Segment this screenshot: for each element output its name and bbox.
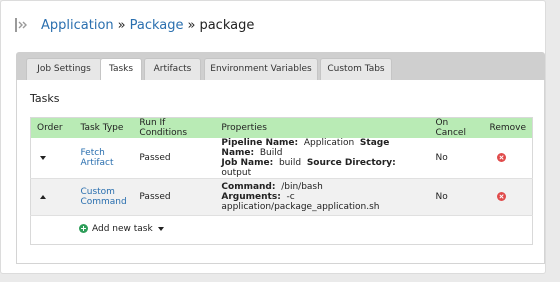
column-header-run-if: Run If Conditions bbox=[133, 117, 216, 138]
tab-artifacts[interactable]: Artifacts bbox=[144, 58, 201, 80]
property-value: application/package_application.sh bbox=[221, 202, 380, 212]
move-down-icon[interactable] bbox=[40, 156, 46, 160]
tasks-table: Order Task Type Run If Conditions Proper… bbox=[30, 117, 533, 245]
property-label: Source Directory: bbox=[306, 158, 396, 168]
column-header-task-type: Task Type bbox=[74, 117, 134, 138]
property-label: Arguments: bbox=[221, 192, 281, 202]
add-new-task-label: Add new task bbox=[92, 223, 153, 234]
move-up-icon[interactable] bbox=[40, 195, 46, 199]
breadcrumb: Application» Package» package bbox=[41, 18, 254, 33]
section-title: Tasks bbox=[30, 92, 60, 105]
property-value: output bbox=[221, 168, 252, 178]
breadcrumb-separator: » bbox=[187, 17, 196, 33]
column-header-remove: Remove bbox=[483, 117, 533, 138]
breadcrumb-pipeline-link[interactable]: Application bbox=[41, 18, 114, 33]
property-value: -c bbox=[286, 192, 295, 202]
table-row: Fetch Artifact Passed Pipeline Name: App… bbox=[30, 138, 533, 179]
remove-task-icon[interactable] bbox=[497, 153, 507, 162]
tab-custom-tabs[interactable]: Custom Tabs bbox=[320, 58, 392, 80]
task-type-line: Artifact bbox=[80, 158, 114, 168]
property-value: build bbox=[278, 158, 302, 168]
add-new-task-button[interactable]: Add new task bbox=[79, 224, 164, 234]
task-type-link[interactable]: Fetch Artifact bbox=[80, 148, 127, 168]
column-header-properties: Properties bbox=[215, 117, 430, 138]
task-properties: Pipeline Name: Application Stage Name: B… bbox=[215, 138, 430, 179]
breadcrumb-stage-link[interactable]: Package bbox=[130, 18, 184, 33]
task-type-line: Command bbox=[80, 197, 127, 207]
breadcrumb-job: package bbox=[199, 17, 255, 33]
task-properties: Command: /bin/bash Arguments: -c applica… bbox=[215, 178, 430, 216]
breadcrumb-separator: » bbox=[117, 17, 126, 33]
tab-bar: Job Settings Tasks Artifacts Environment… bbox=[16, 52, 545, 81]
tab-environment-variables[interactable]: Environment Variables bbox=[204, 58, 318, 80]
table-row: Custom Command Passed Command: /bin/bash… bbox=[30, 178, 533, 216]
task-type-link[interactable]: Custom Command bbox=[80, 187, 127, 207]
property-label: Command: bbox=[221, 182, 276, 192]
run-if-value: Passed bbox=[133, 178, 216, 216]
task-type-line: Custom bbox=[80, 187, 115, 197]
on-cancel-value: No bbox=[429, 178, 484, 216]
run-if-value: Passed bbox=[133, 138, 216, 179]
task-type-line: Fetch bbox=[80, 148, 105, 158]
property-value: /bin/bash bbox=[281, 182, 323, 192]
property-value: Build bbox=[259, 148, 283, 158]
on-cancel-value: No bbox=[429, 138, 484, 179]
tab-job-settings[interactable]: Job Settings bbox=[26, 58, 102, 80]
tab-tasks[interactable]: Tasks bbox=[100, 58, 142, 81]
remove-task-icon[interactable] bbox=[497, 192, 507, 201]
add-task-row: Add new task bbox=[30, 215, 533, 245]
plus-icon bbox=[79, 224, 88, 234]
chevron-down-icon bbox=[157, 226, 164, 231]
page-header: Application» Package» package bbox=[15, 16, 254, 34]
column-header-order: Order bbox=[30, 117, 75, 138]
collapse-sidebar-icon[interactable] bbox=[15, 17, 27, 33]
tasks-content: Tasks Order Task Type Run If Conditions … bbox=[16, 80, 545, 264]
job-settings-panel: Application» Package» package Job Settings… bbox=[0, 0, 546, 274]
table-header-row: Order Task Type Run If Conditions Proper… bbox=[30, 117, 533, 138]
property-label: Job Name: bbox=[221, 158, 274, 168]
property-value: Application bbox=[303, 138, 355, 148]
column-header-on-cancel: On Cancel bbox=[429, 117, 484, 138]
property-label: Pipeline Name: bbox=[221, 138, 299, 148]
